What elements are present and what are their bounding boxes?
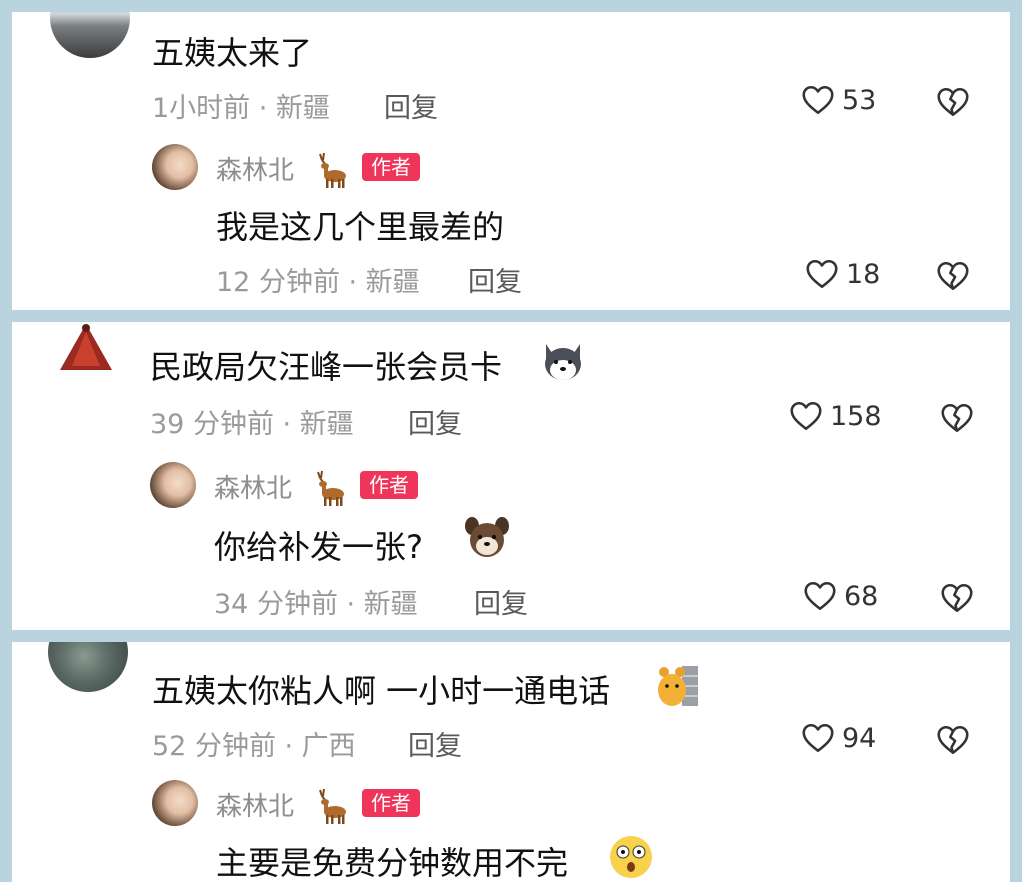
comment-meta: 1小时前 · 新疆 — [152, 93, 330, 124]
husky-emoji — [545, 344, 581, 380]
like-count: 94 — [842, 722, 877, 754]
heart-outline-icon — [804, 256, 840, 292]
reply-text: 你给补发一张? — [214, 528, 423, 566]
author-badge: 作者 — [360, 471, 418, 499]
heart-outline-icon — [800, 82, 836, 118]
comment-thread-3: 五姨太你粘人啊 一小时一通电话 52 分钟前 · 广西 回复 94 森林北 作者… — [12, 642, 1010, 882]
reply-text: 我是这几个里最差的 — [216, 208, 505, 246]
reply-button[interactable]: 回复 — [408, 724, 462, 763]
like-button[interactable]: 94 — [800, 720, 876, 756]
reply-button[interactable]: 回复 — [408, 402, 462, 441]
shocked-face-emoji — [610, 836, 652, 878]
like-count: 18 — [846, 258, 881, 290]
broken-heart-icon[interactable] — [935, 258, 971, 294]
broken-heart-icon[interactable] — [939, 580, 975, 616]
heart-outline-icon — [802, 578, 838, 614]
like-button[interactable]: 68 — [802, 578, 878, 614]
author-username[interactable]: 森林北 — [216, 786, 294, 823]
heart-outline-icon — [788, 398, 824, 434]
comment-meta: 52 分钟前 · 广西 — [152, 731, 356, 762]
deer-emoji — [310, 150, 350, 190]
broken-heart-icon[interactable] — [935, 84, 971, 120]
like-button[interactable]: 18 — [804, 256, 880, 292]
like-button[interactable]: 158 — [788, 398, 882, 434]
author-username[interactable]: 森林北 — [214, 468, 292, 505]
avatar[interactable] — [56, 322, 116, 372]
reply-meta: 34 分钟前 · 新疆 — [214, 589, 418, 620]
heart-outline-icon — [800, 720, 836, 756]
avatar[interactable] — [50, 12, 130, 58]
comment-text: 民政局欠汪峰一张会员卡 — [150, 348, 503, 386]
avatar[interactable] — [48, 642, 128, 692]
comment-text: 五姨太你粘人啊 一小时一通电话 — [152, 672, 611, 710]
broken-heart-icon[interactable] — [935, 722, 971, 758]
deer-emoji — [310, 786, 350, 826]
reply-text: 主要是免费分钟数用不完 — [216, 844, 569, 882]
like-button[interactable]: 53 — [800, 82, 876, 118]
like-count: 53 — [842, 84, 877, 116]
author-username[interactable]: 森林北 — [216, 150, 294, 187]
reply-meta: 12 分钟前 · 新疆 — [216, 267, 420, 298]
author-avatar[interactable] — [152, 780, 198, 826]
comment-thread-2: 民政局欠汪峰一张会员卡 39 分钟前 · 新疆 回复 158 森林北 作者 你给… — [12, 322, 1010, 630]
avatar-image — [60, 324, 112, 370]
author-avatar[interactable] — [150, 462, 196, 508]
author-badge: 作者 — [362, 153, 420, 181]
bear-peeking-emoji — [658, 666, 698, 706]
comment-thread-1: 五姨太来了 1小时前 · 新疆 回复 53 森林北 作者 我是这几个里最差的 1… — [12, 12, 1010, 310]
deer-emoji — [308, 468, 348, 508]
reply-button[interactable]: 回复 — [384, 86, 438, 125]
like-count: 68 — [844, 580, 879, 612]
reply-button[interactable]: 回复 — [468, 260, 522, 299]
broken-heart-icon[interactable] — [939, 400, 975, 436]
author-badge: 作者 — [362, 789, 420, 817]
dog-emoji — [465, 517, 509, 557]
author-avatar[interactable] — [152, 144, 198, 190]
comment-text: 五姨太来了 — [152, 34, 313, 72]
reply-button[interactable]: 回复 — [474, 582, 528, 621]
comment-meta: 39 分钟前 · 新疆 — [150, 409, 354, 440]
like-count: 158 — [830, 400, 882, 432]
